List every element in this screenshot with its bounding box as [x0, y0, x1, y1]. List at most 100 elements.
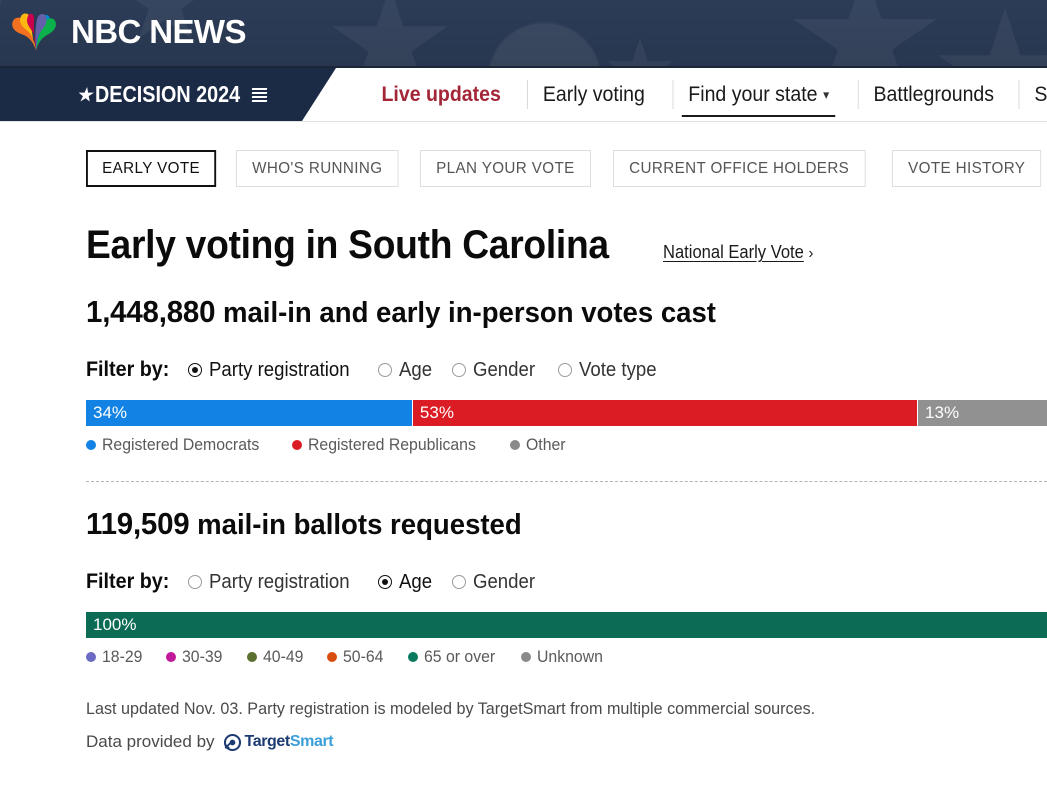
targetsmart-word-smart: Smart: [289, 733, 334, 750]
ballots-requested-description: mail-in ballots requested: [197, 509, 522, 541]
party-registration-bar-chart[interactable]: 34% 53% 13%: [86, 400, 1047, 426]
tab-vote-history[interactable]: VOTE HISTORY: [891, 150, 1042, 187]
radio-icon: [187, 575, 202, 589]
radio-label: Gender: [473, 570, 536, 593]
nav-item-live-updates[interactable]: Live updates: [366, 68, 517, 121]
party-bar-segment-label: 53%: [419, 403, 454, 422]
party-bar-segment[interactable]: 13%: [917, 400, 1047, 426]
ballots-filter-age[interactable]: Age: [377, 570, 435, 594]
legend-dot-icon: [166, 652, 177, 662]
legend-label: 50-64: [343, 647, 384, 666]
decorative-star-icon: [793, 0, 937, 66]
nav-links: Live updates Early voting Find your stat…: [336, 68, 1047, 121]
legend-label: 40-49: [262, 647, 304, 666]
nav-item-label: Live updates: [381, 82, 501, 106]
radio-label: Party registration: [208, 358, 350, 381]
decorative-star-icon: [332, 0, 448, 66]
legend-dot-icon: [407, 652, 418, 662]
votes-filter-age[interactable]: Age: [377, 358, 435, 382]
party-bar-segment-label: 34%: [93, 403, 128, 422]
link-label: National Early Vote: [663, 242, 805, 262]
age-legend-item[interactable]: 40-49: [246, 647, 306, 667]
main-content: EARLY VOTE WHO'S RUNNING PLAN YOUR VOTE …: [0, 122, 1047, 752]
legend-label: Registered Democrats: [102, 435, 260, 454]
votes-cast-stat: 1,448,880 mail-in and early in-person vo…: [86, 294, 999, 330]
age-bar-chart[interactable]: 100%: [86, 612, 1047, 638]
nav-item-find-your-state[interactable]: Find your state ▾: [672, 68, 845, 121]
nav-item-label: Battlegrounds: [873, 82, 994, 106]
nav-item-label: Find your state: [688, 82, 818, 106]
nav-item-battlegrounds[interactable]: Battlegrounds: [857, 68, 1009, 121]
targetsmart-wordmark: TargetSmart: [245, 733, 334, 751]
age-bar-segment-label: 100%: [93, 615, 137, 634]
party-bar-segment[interactable]: 34%: [86, 400, 412, 426]
votes-filter-gender[interactable]: Gender: [452, 359, 540, 382]
votes-filter-vote-type[interactable]: Vote type: [558, 359, 662, 382]
tab-plan-your-vote[interactable]: PLAN YOUR VOTE: [420, 150, 591, 187]
legend-label: 65 or over: [423, 647, 496, 666]
targetsmart-logo[interactable]: TargetSmart: [223, 733, 334, 752]
targetsmart-target-arrow-icon: [223, 733, 241, 751]
age-legend-item[interactable]: 50-64: [327, 647, 386, 667]
legend-label: 30-39: [182, 647, 223, 666]
nav-item-early-voting[interactable]: Early voting: [527, 68, 661, 121]
chevron-right-icon: ›: [808, 245, 814, 262]
votes-cast-count: 1,448,880: [86, 294, 216, 329]
stripes-icon: [252, 88, 267, 102]
nav-item-senate[interactable]: Senate: [1018, 68, 1047, 121]
age-legend: 18-29 30-39 40-49 50-64 65 or over Unknown: [86, 647, 1047, 667]
legend-dot-icon: [86, 652, 96, 662]
age-legend-item[interactable]: 18-29: [86, 647, 145, 667]
party-registration-legend: Registered Democrats Registered Republica…: [86, 435, 1047, 455]
site-masthead: NBC NEWS: [0, 0, 1047, 68]
radio-icon: [187, 363, 202, 377]
radio-icon: [452, 575, 467, 589]
radio-icon: [377, 363, 392, 377]
party-bar-segment[interactable]: 53%: [411, 400, 918, 426]
radio-label: Age: [398, 570, 432, 593]
tab-whos-running[interactable]: WHO'S RUNNING: [236, 150, 399, 187]
ballots-filter-gender[interactable]: Gender: [452, 571, 540, 594]
targetsmart-word-target: Target: [244, 733, 291, 750]
ballots-filter-label: Filter by:: [86, 570, 170, 593]
provided-by-label: Data provided by: [86, 732, 215, 751]
decision-2024-logo[interactable]: DECISION 2024: [0, 68, 336, 121]
party-legend-item[interactable]: Registered Democrats: [86, 435, 271, 455]
national-early-vote-link[interactable]: National Early Vote ›: [663, 242, 813, 263]
party-bar-segment-label: 13%: [925, 403, 960, 422]
age-bar-segment[interactable]: 100%: [86, 612, 1047, 638]
star-icon: [77, 87, 95, 103]
decision-nav-bar: DECISION 2024 Live updates Early voting …: [0, 68, 1047, 122]
legend-dot-icon: [509, 440, 520, 450]
radio-label: Age: [398, 358, 432, 381]
age-legend-item[interactable]: 30-39: [166, 647, 225, 667]
nbc-news-logo[interactable]: NBC NEWS: [12, 9, 246, 54]
radio-icon: [452, 363, 467, 377]
radio-label: Gender: [473, 358, 536, 381]
age-legend-item[interactable]: Unknown: [521, 647, 608, 667]
page-title-row: Early voting in South Carolina National …: [86, 223, 1047, 268]
votes-filter-row: Filter by: Party registration Age Gender…: [86, 358, 1047, 382]
ballots-filter-party-registration[interactable]: Party registration: [187, 570, 360, 594]
legend-label: 18-29: [102, 647, 143, 666]
radio-icon: [377, 575, 392, 589]
radio-icon: [558, 363, 573, 377]
votes-cast-description: mail-in and early in-person votes cast: [222, 297, 716, 329]
votes-filter-party-registration[interactable]: Party registration: [187, 358, 360, 382]
page-title: Early voting in South Carolina: [86, 223, 609, 267]
nav-item-label: Early voting: [543, 82, 646, 106]
chevron-down-icon: ▾: [823, 87, 830, 102]
party-legend-item[interactable]: Other: [509, 435, 569, 455]
ballots-requested-stat: 119,509 mail-in ballots requested: [86, 506, 999, 542]
legend-dot-icon: [521, 652, 532, 662]
legend-label: Unknown: [537, 647, 604, 666]
radio-label: Party registration: [208, 570, 350, 593]
legend-dot-icon: [327, 652, 338, 662]
decorative-star-icon: [606, 38, 674, 66]
tab-current-office-holders[interactable]: CURRENT OFFICE HOLDERS: [612, 150, 866, 187]
section-divider: [86, 481, 1047, 482]
age-legend-item[interactable]: 65 or over: [407, 647, 501, 667]
tab-early-vote[interactable]: EARLY VOTE: [86, 150, 217, 187]
party-legend-item[interactable]: Registered Republicans: [292, 435, 489, 455]
legend-dot-icon: [246, 652, 257, 662]
